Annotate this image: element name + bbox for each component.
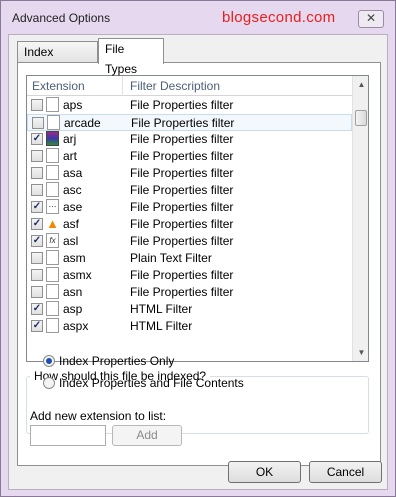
- row-checkbox[interactable]: [31, 167, 43, 179]
- filter-description-cell: File Properties filter: [131, 116, 235, 130]
- list-item[interactable]: ✓ aspx HTML Filter: [27, 318, 352, 335]
- scroll-thumb[interactable]: [355, 110, 367, 126]
- filter-description-cell: File Properties filter: [130, 268, 234, 282]
- file-icon: [46, 267, 59, 282]
- file-icon: [46, 284, 59, 299]
- list-item[interactable]: asmx File Properties filter: [27, 267, 352, 284]
- extension-cell: asl: [63, 234, 79, 248]
- filter-description-cell: File Properties filter: [130, 200, 234, 214]
- list-item[interactable]: ✓ asf File Properties filter: [27, 216, 352, 233]
- list-item[interactable]: ✓ asp HTML Filter: [27, 301, 352, 318]
- extension-cell: asm: [63, 251, 86, 265]
- extension-cell: asf: [63, 217, 80, 231]
- file-icon: [46, 250, 59, 265]
- extension-cell: art: [63, 149, 78, 163]
- row-checkbox[interactable]: ✓: [31, 218, 43, 230]
- row-checkbox[interactable]: [31, 99, 43, 111]
- row-checkbox[interactable]: ✓: [31, 235, 43, 247]
- radio-label-index-properties-only[interactable]: Index Properties Only: [59, 354, 174, 368]
- row-checkbox[interactable]: [31, 184, 43, 196]
- list-item[interactable]: ✓ fx asl File Properties filter: [27, 233, 352, 250]
- file-icon: [47, 115, 60, 130]
- file-icon: [46, 97, 59, 112]
- file-icon: [46, 318, 59, 333]
- list-item[interactable]: asm Plain Text Filter: [27, 250, 352, 267]
- extension-cell: asn: [63, 285, 83, 299]
- list-item[interactable]: art File Properties filter: [27, 148, 352, 165]
- add-button[interactable]: Add: [112, 425, 182, 446]
- filter-description-cell: File Properties filter: [130, 217, 234, 231]
- archive-icon: [46, 131, 59, 146]
- fx-file-icon: fx: [46, 233, 59, 248]
- column-header-description[interactable]: Filter Description: [124, 76, 352, 96]
- ok-button[interactable]: OK: [228, 461, 301, 483]
- extension-cell: aps: [63, 98, 83, 112]
- list-rows: aps File Properties filter arcade File Prop…: [27, 97, 352, 335]
- file-icon: [46, 301, 59, 316]
- list-item[interactable]: ✓ arj File Properties filter: [27, 131, 352, 148]
- list-item[interactable]: arcade File Properties filter: [27, 114, 352, 131]
- extension-cell: asa: [63, 166, 83, 180]
- tab-index-settings[interactable]: Index Settings: [17, 41, 98, 79]
- radio-index-properties-and-contents[interactable]: [43, 377, 55, 389]
- row-checkbox[interactable]: ✓: [31, 201, 43, 213]
- row-checkbox[interactable]: ✓: [31, 303, 43, 315]
- row-checkbox[interactable]: [31, 286, 43, 298]
- row-checkbox[interactable]: ✓: [31, 320, 43, 332]
- row-checkbox[interactable]: [31, 269, 43, 281]
- row-checkbox[interactable]: [32, 117, 44, 129]
- add-extension-input[interactable]: [30, 425, 106, 446]
- column-header-extension[interactable]: Extension: [27, 76, 123, 96]
- filter-description-cell: File Properties filter: [130, 132, 234, 146]
- filter-description-cell: HTML Filter: [130, 319, 193, 333]
- list-item[interactable]: aps File Properties filter: [27, 97, 352, 114]
- add-extension-label: Add new extension to list:: [30, 409, 167, 423]
- list-header: Extension Filter Description: [27, 76, 352, 96]
- dialog-client: Index Settings File Types Extension Filt…: [8, 34, 388, 490]
- filter-description-cell: File Properties filter: [130, 98, 234, 112]
- vlc-cone-icon: [46, 216, 59, 231]
- scroll-up-arrow-icon[interactable]: ▲: [353, 76, 368, 93]
- filter-description-cell: HTML Filter: [130, 302, 193, 316]
- filter-description-cell: File Properties filter: [130, 149, 234, 163]
- extension-cell: asp: [63, 302, 83, 316]
- extension-cell: asmx: [63, 268, 92, 282]
- row-checkbox[interactable]: [31, 150, 43, 162]
- advanced-options-window: Advanced Options blogsecond.com ✕ Index …: [0, 0, 396, 497]
- extension-cell: asc: [63, 183, 82, 197]
- row-checkbox[interactable]: ✓: [31, 133, 43, 145]
- radio-label-index-properties-and-contents[interactable]: Index Properties and File Contents: [59, 376, 244, 390]
- watermark: blogsecond.com: [222, 9, 336, 26]
- file-type-list[interactable]: Extension Filter Description aps File Pro…: [26, 75, 369, 362]
- file-icon: [46, 182, 59, 197]
- extension-cell: arj: [63, 132, 77, 146]
- file-icon: [46, 165, 59, 180]
- extension-cell: ase: [63, 200, 83, 214]
- filter-description-cell: Plain Text Filter: [130, 251, 212, 265]
- extension-cell: aspx: [63, 319, 89, 333]
- title-bar[interactable]: Advanced Options blogsecond.com ✕: [1, 1, 395, 34]
- dotted-file-icon: ⋯: [46, 199, 59, 214]
- window-title: Advanced Options: [12, 11, 111, 25]
- radio-index-properties-only[interactable]: [43, 355, 55, 367]
- list-item[interactable]: asn File Properties filter: [27, 284, 352, 301]
- filter-description-cell: File Properties filter: [130, 183, 234, 197]
- list-item[interactable]: asa File Properties filter: [27, 165, 352, 182]
- extension-cell: arcade: [64, 116, 101, 130]
- list-item[interactable]: asc File Properties filter: [27, 182, 352, 199]
- file-icon: [46, 148, 59, 163]
- row-checkbox[interactable]: [31, 252, 43, 264]
- scroll-down-arrow-icon[interactable]: ▼: [353, 344, 368, 361]
- cancel-button[interactable]: Cancel: [309, 461, 382, 483]
- filter-description-cell: File Properties filter: [130, 234, 234, 248]
- vertical-scrollbar[interactable]: ▲ ▼: [352, 76, 368, 361]
- close-button[interactable]: ✕: [358, 10, 384, 28]
- list-item[interactable]: ✓ ⋯ ase File Properties filter: [27, 199, 352, 216]
- filter-description-cell: File Properties filter: [130, 285, 234, 299]
- filter-description-cell: File Properties filter: [130, 166, 234, 180]
- tab-file-types[interactable]: File Types: [98, 38, 164, 76]
